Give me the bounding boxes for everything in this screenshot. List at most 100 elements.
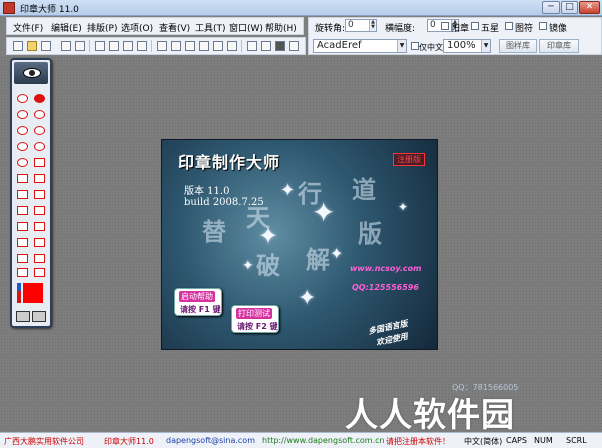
status-website[interactable]: http://www.dapengsoft.com.cn	[262, 436, 385, 445]
keyboard-icon[interactable]	[16, 311, 30, 322]
status-register[interactable]: 请把注册本软件！	[386, 436, 450, 447]
menu-file[interactable]: 文件(F)	[13, 21, 43, 34]
menu-tools[interactable]: 工具(T)	[195, 21, 226, 34]
chevron-down-icon[interactable]: ▼	[397, 40, 406, 52]
print-icon[interactable]	[75, 41, 85, 51]
align-bottom-icon[interactable]	[227, 41, 237, 51]
status-ime: 中文(简体)	[464, 437, 503, 446]
gear-icon[interactable]	[32, 311, 46, 322]
help-button-title: 启动帮助	[179, 291, 215, 302]
align-middle-icon[interactable]	[213, 41, 223, 51]
menu-view[interactable]: 查看(V)	[159, 21, 190, 34]
flag-icon[interactable]	[17, 283, 21, 303]
checkbox-yang[interactable]	[441, 22, 449, 30]
app-icon	[3, 2, 15, 14]
split-tool-icon[interactable]	[34, 238, 45, 247]
delete-icon[interactable]	[137, 41, 147, 51]
tab-seal-library[interactable]: 印章库	[539, 39, 579, 53]
font-select[interactable]: AcadEref ▼	[313, 39, 407, 53]
print-test-button-title: 打印测试	[236, 308, 272, 319]
checkbox-mirror[interactable]	[539, 22, 547, 30]
calligraphy-char: 道	[352, 175, 376, 204]
print-preview-icon[interactable]	[61, 41, 71, 51]
oval-tool-icon[interactable]	[17, 142, 28, 151]
triangle-tool-icon[interactable]	[34, 174, 45, 183]
title-bar: 印章大师 11.0 ─ □ ✕	[0, 0, 602, 16]
color-swatch[interactable]	[23, 283, 43, 303]
print-test-button[interactable]: 打印测试 请按 F2 键	[231, 305, 279, 333]
zoom-select-value: 100%	[447, 40, 476, 51]
rotation-value: 0	[348, 20, 354, 30]
spin-arrows-icon[interactable]: ▲ ▼	[369, 20, 376, 31]
ellipse-double-tool-icon[interactable]	[34, 126, 45, 135]
menu-layout[interactable]: 排版(P)	[87, 21, 117, 34]
menu-bar: 文件(F) 编辑(E) 排版(P) 选项(O) 查看(V) 工具(T) 窗口(W…	[6, 17, 304, 35]
stretch-value: 0	[430, 20, 436, 30]
splash-title: 印章制作大师	[178, 153, 281, 172]
minimize-button[interactable]: ─	[542, 1, 560, 14]
status-bar: 广西大鹏实用软件公司 印章大师11.0 dapengsoft@sina.com …	[0, 432, 602, 448]
filled-circle-tool-icon[interactable]	[34, 94, 45, 103]
export-icon[interactable]	[247, 41, 257, 51]
star-icon: ✦	[398, 200, 409, 214]
rounded-rect-tool-icon[interactable]	[17, 174, 28, 183]
open-folder-icon[interactable]	[27, 41, 37, 51]
align-top-icon[interactable]	[199, 41, 209, 51]
import-icon[interactable]	[261, 41, 271, 51]
checkbox-symbol[interactable]	[505, 22, 513, 30]
chevron-down-icon[interactable]: ▼	[481, 40, 490, 52]
tab-pattern-library[interactable]: 图样库	[499, 39, 537, 53]
stripe-double-tool-icon[interactable]	[34, 268, 45, 277]
help-button[interactable]: 启动帮助 请按 F1 键	[174, 288, 222, 316]
calligraphy-char: 替	[202, 217, 226, 246]
star-icon: ✦	[298, 286, 317, 311]
ellipse-tool-icon[interactable]	[17, 126, 28, 135]
settings-icon[interactable]	[289, 41, 299, 51]
menu-help[interactable]: 帮助(H)	[265, 21, 297, 34]
save-icon[interactable]	[41, 41, 51, 51]
copy-icon[interactable]	[109, 41, 119, 51]
close-button[interactable]: ✕	[579, 1, 600, 14]
word-icon[interactable]	[275, 41, 285, 51]
stripe-tool-icon[interactable]	[17, 268, 28, 277]
text-box-tool-icon[interactable]	[17, 222, 28, 231]
grid-tool-icon[interactable]	[34, 206, 45, 215]
star-icon: ✦	[242, 258, 254, 274]
menu-edit[interactable]: 编辑(E)	[51, 21, 82, 34]
rectangle-tool-icon[interactable]	[34, 158, 45, 167]
property-bar: 旋转角: 0 ▲ ▼ 横幅度: 0 ▲ ▼ 阳章 五星 图符 镜像 AcadEref…	[308, 17, 602, 55]
square-tool-icon[interactable]	[17, 190, 28, 199]
square-double-tool-icon[interactable]	[34, 190, 45, 199]
align-center-icon[interactable]	[171, 41, 181, 51]
double-ring-tool-icon[interactable]	[34, 110, 45, 119]
status-scrl: SCRL	[566, 436, 587, 445]
table-tool-icon[interactable]	[17, 238, 28, 247]
new-file-icon[interactable]	[13, 41, 23, 51]
toolbox-header[interactable]	[14, 62, 48, 84]
zoom-select[interactable]: 100% ▼	[443, 39, 491, 53]
align-left-icon[interactable]	[157, 41, 167, 51]
menu-window[interactable]: 窗口(W)	[229, 21, 263, 34]
cut-icon[interactable]	[95, 41, 105, 51]
star-icon: ✦	[330, 244, 344, 263]
checkbox-only-chinese[interactable]	[411, 42, 419, 50]
oval-double-tool-icon[interactable]	[34, 142, 45, 151]
line-tool-icon[interactable]	[17, 254, 28, 263]
bar-tool-icon[interactable]	[34, 254, 45, 263]
watermark-text: 人人软件园	[345, 395, 515, 434]
checkbox-star[interactable]	[471, 22, 479, 30]
wide-oval-tool-icon[interactable]	[17, 158, 28, 167]
menu-options[interactable]: 选项(O)	[121, 21, 153, 34]
eye-icon[interactable]	[23, 68, 41, 78]
paste-icon[interactable]	[123, 41, 133, 51]
align-right-icon[interactable]	[185, 41, 195, 51]
checkbox-star-label: 五星	[481, 24, 500, 34]
rotation-input[interactable]: 0 ▲ ▼	[345, 19, 377, 32]
calligraphy-char: 破	[256, 251, 280, 280]
circle-seal-tool-icon[interactable]	[17, 94, 28, 103]
ring-tool-icon[interactable]	[17, 110, 28, 119]
frame-tool-icon[interactable]	[17, 206, 28, 215]
status-email[interactable]: dapengsoft@sina.com	[166, 436, 255, 445]
border-tool-icon[interactable]	[34, 222, 45, 231]
maximize-button[interactable]: □	[561, 1, 578, 14]
